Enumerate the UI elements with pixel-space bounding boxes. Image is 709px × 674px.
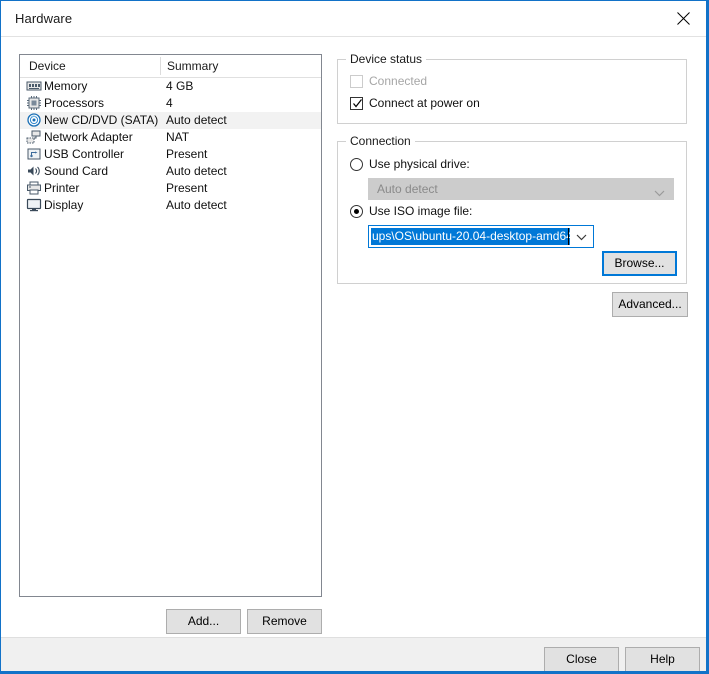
cd-dvd-icon (26, 113, 42, 128)
chevron-down-icon (576, 230, 587, 244)
device-name: Sound Card (44, 164, 109, 178)
device-name: Memory (44, 79, 88, 93)
device-summary: 4 GB (166, 79, 194, 93)
processor-icon (26, 96, 42, 111)
device-list-header: Device Summary (20, 55, 321, 78)
device-summary: Present (166, 147, 208, 161)
device-name: Display (44, 198, 84, 212)
physical-drive-value: Auto detect (377, 182, 438, 196)
chevron-down-icon (654, 186, 665, 200)
close-window-button[interactable] (661, 1, 706, 36)
iso-path-combobox[interactable]: ups\OS\ubuntu-20.04-desktop-amd64.iso (368, 225, 594, 248)
browse-button[interactable]: Browse... (602, 251, 677, 276)
hardware-dialog-window: Hardware Device Summary Memory 4 GB Proc… (0, 0, 709, 674)
add-device-button[interactable]: Add... (166, 609, 241, 634)
memory-icon (26, 79, 42, 94)
radio-box (350, 205, 363, 218)
usb-controller-icon (26, 147, 42, 162)
column-divider (160, 57, 161, 75)
window-title: Hardware (15, 11, 73, 26)
device-summary: Auto detect (166, 113, 227, 127)
device-name: New CD/DVD (SATA) (44, 113, 159, 127)
display-icon (26, 198, 42, 213)
device-summary: Auto detect (166, 198, 227, 212)
device-summary: Auto detect (166, 164, 227, 178)
checkbox-box (350, 97, 363, 110)
device-summary: NAT (166, 130, 190, 144)
checkbox-box (350, 75, 363, 88)
device-status-legend: Device status (346, 52, 427, 66)
device-name: USB Controller (44, 147, 125, 161)
advanced-button[interactable]: Advanced... (612, 292, 688, 317)
remove-device-button[interactable]: Remove (247, 609, 322, 634)
device-list[interactable]: Device Summary Memory 4 GB Processors 4 … (19, 54, 322, 597)
connect-at-power-on-label: Connect at power on (369, 96, 480, 110)
column-header-device[interactable]: Device (29, 59, 66, 73)
table-row[interactable]: Processors 4 (20, 95, 321, 112)
device-name: Network Adapter (44, 130, 133, 144)
dialog-content: Device Summary Memory 4 GB Processors 4 … (1, 36, 706, 637)
device-name: Processors (44, 96, 105, 110)
table-row[interactable]: Network Adapter NAT (20, 129, 321, 146)
table-row[interactable]: Sound Card Auto detect (20, 163, 321, 180)
network-adapter-icon (26, 130, 42, 145)
table-row[interactable]: Memory 4 GB (20, 78, 321, 95)
device-summary: 4 (166, 96, 173, 110)
use-iso-image-label: Use ISO image file: (369, 204, 473, 218)
sound-card-icon (26, 164, 42, 179)
device-summary: Present (166, 181, 208, 195)
use-physical-drive-label: Use physical drive: (369, 157, 470, 171)
table-row[interactable]: Display Auto detect (20, 197, 321, 214)
text-caret (568, 228, 569, 245)
printer-icon (26, 181, 42, 196)
iso-dropdown-button[interactable] (570, 227, 592, 246)
connected-label: Connected (369, 74, 428, 88)
table-row[interactable]: New CD/DVD (SATA) Auto detect (20, 112, 321, 129)
connection-legend: Connection (346, 134, 415, 148)
table-row[interactable]: USB Controller Present (20, 146, 321, 163)
dialog-footer: Close Help (1, 637, 706, 671)
physical-drive-select: Auto detect (368, 178, 674, 200)
close-button[interactable]: Close (544, 647, 619, 671)
radio-dot (354, 209, 359, 214)
close-icon (677, 12, 690, 25)
help-button[interactable]: Help (625, 647, 700, 671)
iso-path-value[interactable]: ups\OS\ubuntu-20.04-desktop-amd64.iso (371, 228, 593, 245)
table-row[interactable]: Printer Present (20, 180, 321, 197)
title-bar: Hardware (1, 1, 706, 36)
device-status-group: Device status Connected Connect at power… (337, 52, 687, 124)
radio-box (350, 158, 363, 171)
device-name: Printer (44, 181, 80, 195)
column-header-summary[interactable]: Summary (167, 59, 218, 73)
